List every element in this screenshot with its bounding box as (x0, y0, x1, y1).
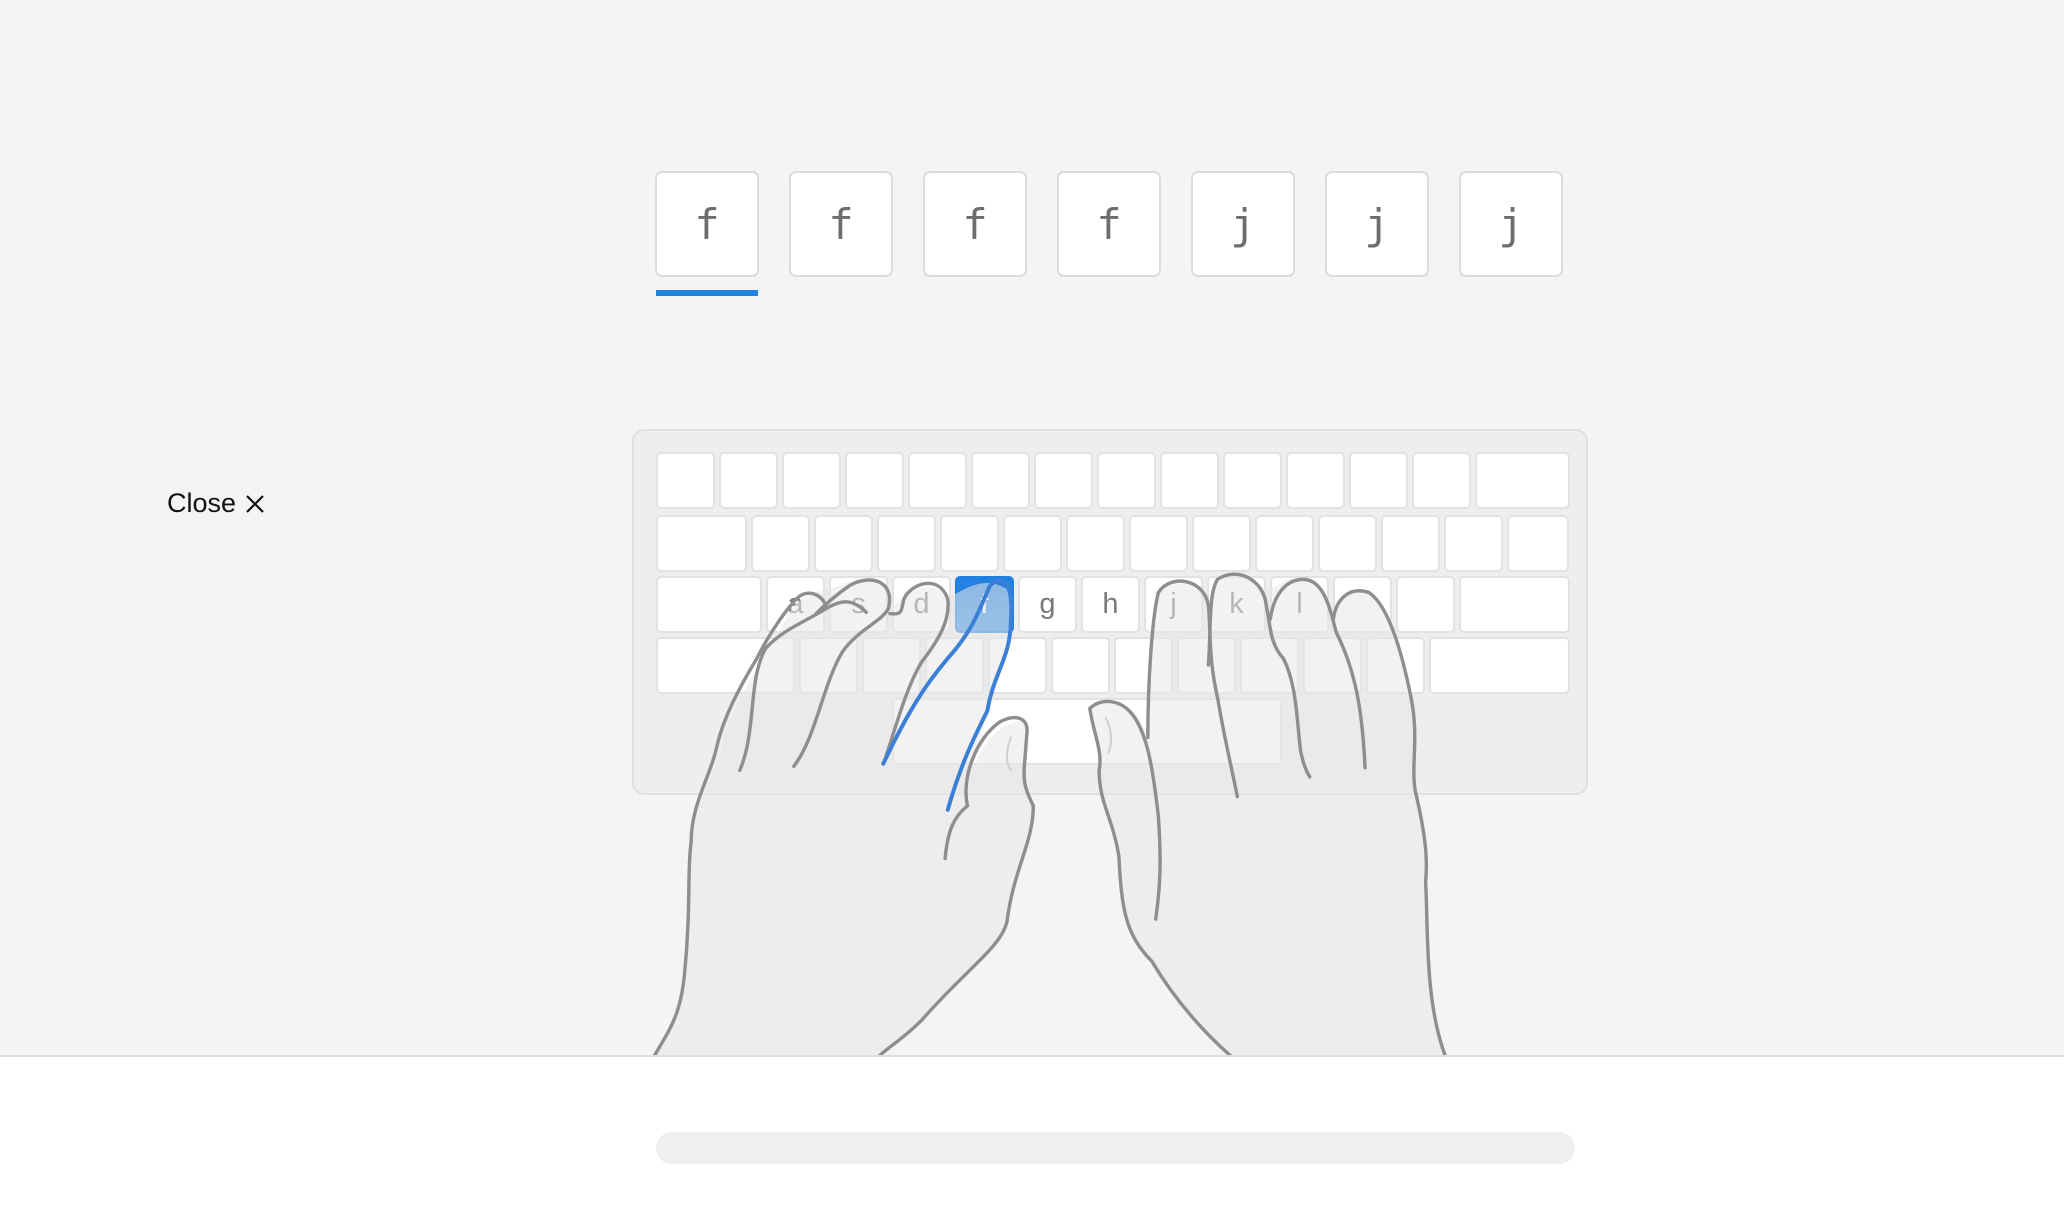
key (656, 576, 762, 633)
character-tile: f (923, 171, 1027, 277)
key (1349, 452, 1408, 509)
key (1003, 515, 1062, 572)
key-g: g (1018, 576, 1077, 633)
character-tile: j (1191, 171, 1295, 277)
character-tile: f (789, 171, 893, 277)
key (1160, 452, 1219, 509)
key (1381, 515, 1440, 572)
key-s: s (829, 576, 888, 633)
key (1444, 515, 1503, 572)
key-l: l (1270, 576, 1329, 633)
close-x-icon (246, 494, 264, 513)
key-h: h (1081, 576, 1140, 633)
key (656, 637, 795, 694)
key-a: a (766, 576, 825, 633)
close-button[interactable]: Close (167, 488, 266, 519)
key (751, 515, 810, 572)
key (656, 515, 747, 572)
key (877, 515, 936, 572)
character-tile: f (655, 171, 759, 277)
key (814, 515, 873, 572)
character-tile: j (1325, 171, 1429, 277)
key (971, 452, 1030, 509)
key (799, 637, 858, 694)
key (1475, 452, 1570, 509)
character-tile: j (1459, 171, 1563, 277)
current-character-indicator (656, 290, 758, 296)
key (1507, 515, 1569, 572)
close-label: Close (167, 488, 237, 518)
key (1412, 452, 1471, 509)
key (1240, 637, 1299, 694)
key (1255, 515, 1314, 572)
key (940, 515, 999, 572)
key (908, 452, 967, 509)
key (925, 637, 984, 694)
key (1097, 452, 1156, 509)
key (1366, 637, 1425, 694)
key (1303, 637, 1362, 694)
key-d: d (892, 576, 951, 633)
key (656, 452, 715, 509)
key (1114, 637, 1173, 694)
key (1129, 515, 1188, 572)
key (1223, 452, 1282, 509)
key (1192, 515, 1251, 572)
key (1459, 576, 1570, 633)
key (782, 452, 841, 509)
key (1066, 515, 1125, 572)
progress-bar (656, 1132, 1575, 1164)
key (1318, 515, 1377, 572)
key (1286, 452, 1345, 509)
key-j: j (1144, 576, 1203, 633)
key (1396, 576, 1455, 633)
key (719, 452, 778, 509)
key (1333, 576, 1392, 633)
key (1051, 637, 1110, 694)
key (1177, 637, 1236, 694)
key (1429, 637, 1570, 694)
key-k: k (1207, 576, 1266, 633)
key (1034, 452, 1093, 509)
key-space (892, 698, 1282, 765)
character-tile: f (1057, 171, 1161, 277)
key (845, 452, 904, 509)
key-f: f (955, 576, 1014, 633)
key (862, 637, 921, 694)
key (988, 637, 1047, 694)
